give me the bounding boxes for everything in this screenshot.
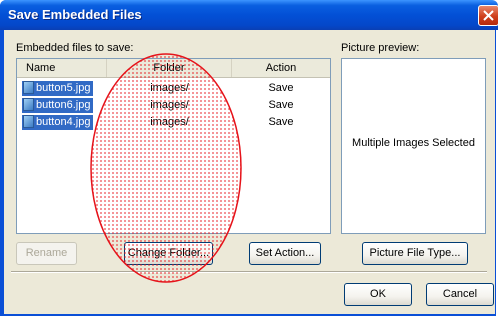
set-action-button[interactable]: Set Action... (249, 242, 321, 265)
cancel-button[interactable]: Cancel (426, 283, 494, 306)
action-cell: Save (268, 82, 294, 94)
column-header-name[interactable]: Name (17, 59, 107, 77)
folder-cell: images/ (150, 116, 189, 128)
column-header-folder[interactable]: Folder (107, 59, 232, 77)
image-file-icon (23, 98, 34, 111)
file-name: button6.jpg (36, 99, 91, 111)
preview-message: Multiple Images Selected (352, 137, 475, 149)
change-folder-button[interactable]: Change Folder... (124, 242, 213, 265)
file-name: button5.jpg (36, 82, 91, 94)
image-file-icon (23, 81, 34, 94)
file-name-cell: button6.jpg (22, 98, 94, 113)
picture-preview-pane: Multiple Images Selected (341, 58, 486, 234)
window-title: Save Embedded Files (8, 7, 142, 22)
table-row[interactable]: button5.jpg images/ Save (17, 80, 330, 97)
preview-label: Picture preview: (341, 42, 420, 54)
image-file-icon (23, 115, 34, 128)
title-bar[interactable]: Save Embedded Files (0, 0, 498, 30)
column-header-action[interactable]: Action (232, 59, 330, 77)
table-row[interactable]: button6.jpg images/ Save (17, 97, 330, 114)
picture-file-type-button[interactable]: Picture File Type... (362, 242, 468, 265)
list-header: Name Folder Action (17, 59, 330, 78)
dialog-body: Embedded files to save: Picture preview:… (4, 30, 495, 314)
files-to-save-label: Embedded files to save: (16, 42, 134, 54)
table-row[interactable]: button4.jpg images/ Save (17, 114, 330, 131)
file-name-cell: button5.jpg (22, 81, 94, 96)
ok-button[interactable]: OK (344, 283, 412, 306)
folder-cell: images/ (150, 99, 189, 111)
embedded-files-list[interactable]: Name Folder Action button5.jpg images/ S… (16, 58, 331, 234)
folder-cell: images/ (150, 82, 189, 94)
file-name: button4.jpg (36, 116, 91, 128)
close-icon (483, 10, 494, 21)
dialog-window: Save Embedded Files Embedded files to sa… (0, 0, 498, 316)
separator (11, 271, 487, 273)
rename-button[interactable]: Rename (16, 242, 77, 265)
file-name-cell: button4.jpg (22, 115, 94, 130)
action-cell: Save (268, 116, 294, 128)
action-cell: Save (268, 99, 294, 111)
close-button[interactable] (478, 5, 498, 26)
